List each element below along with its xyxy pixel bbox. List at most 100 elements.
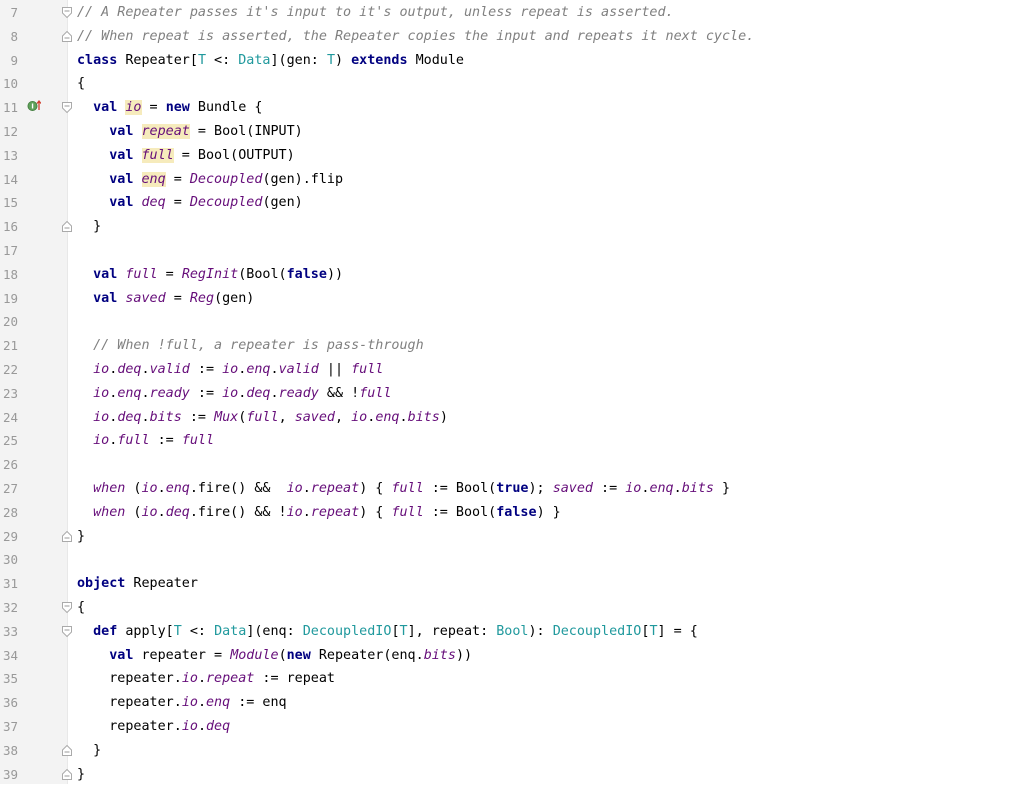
code-token: } (77, 219, 102, 235)
line-number: 39 (2, 766, 18, 782)
code-line[interactable]: val repeat = Bool(INPUT) (77, 120, 303, 144)
fold-close-icon[interactable] (62, 221, 72, 233)
code-token: new (165, 100, 190, 116)
code-line[interactable]: io.deq.valid := io.enq.valid || full (77, 358, 383, 382)
code-token: repeat (310, 481, 360, 496)
code-line[interactable]: io.enq.ready := io.deq.ready && !full (77, 382, 391, 406)
code-token: false (496, 504, 537, 520)
code-token: := (593, 481, 626, 496)
code-token: . (157, 504, 166, 520)
code-line[interactable]: val full = Bool(OUTPUT) (77, 144, 295, 168)
line-number: 20 (2, 314, 18, 330)
code-line[interactable]: { (77, 72, 85, 96)
line-number: 8 (10, 28, 18, 44)
code-token: ( (125, 504, 142, 520)
code-token: DecoupledIO (552, 623, 642, 639)
code-line[interactable]: val saved = Reg(gen) (77, 287, 254, 311)
code-line[interactable]: repeater.io.repeat := repeat (77, 667, 335, 691)
line-number: 31 (2, 576, 18, 592)
code-token: . (302, 481, 311, 496)
code-line[interactable]: def apply[T <: Data](enq: DecoupledIO[T]… (77, 620, 698, 644)
code-token: ): (528, 623, 553, 639)
line-number: 37 (2, 719, 18, 734)
code-token: io (93, 362, 110, 377)
code-token: Repeater[ (117, 52, 198, 68)
fold-open-icon[interactable] (62, 7, 72, 18)
code-token: saved (294, 409, 335, 425)
code-token: (Bool( (238, 266, 287, 282)
code-line[interactable]: io.deq.bits := Mux(full, saved, io.enq.b… (77, 406, 448, 430)
fold-open-icon[interactable] (62, 625, 72, 637)
code-line[interactable]: when (io.deq.fire() && !io.repeat) { ful… (77, 501, 561, 525)
code-line[interactable]: object Repeater (77, 572, 198, 596)
code-token: RegInit (181, 266, 239, 282)
line-number: 38 (2, 742, 18, 758)
code-token: . (270, 385, 279, 401)
implements-method-icon[interactable]: I (27, 99, 42, 112)
code-line[interactable]: class Repeater[T <: Data](gen: T) extend… (77, 49, 464, 73)
code-token: .fire() && ! (189, 504, 287, 520)
code-token: full (181, 433, 215, 449)
code-line[interactable]: repeater.io.enq := enq (77, 691, 286, 715)
fold-open-icon[interactable] (62, 102, 72, 114)
code-token: ) { (359, 504, 392, 520)
code-token: def (93, 623, 118, 639)
code-token: := repeat (254, 671, 335, 687)
code-line[interactable]: } (77, 525, 85, 549)
code-line[interactable]: // When !full, a repeater is pass-throug… (77, 334, 424, 358)
code-token: new (286, 647, 311, 663)
code-token: val (93, 100, 118, 116)
code-token: bits (149, 409, 182, 425)
code-line[interactable]: } (77, 763, 85, 787)
fold-close-icon[interactable] (62, 768, 72, 780)
code-token: := (189, 385, 223, 401)
code-token: enq (165, 481, 190, 496)
code-token: ) } (536, 504, 561, 520)
code-line[interactable]: val deq = Decoupled(gen) (77, 191, 303, 215)
code-line[interactable]: // When repeat is asserted, the Repeater… (77, 25, 754, 49)
code-line[interactable]: } (77, 739, 101, 763)
fold-close-icon[interactable] (62, 30, 72, 42)
code-token: )) (455, 647, 473, 663)
code-token: T (173, 623, 182, 639)
code-token: , (335, 409, 352, 425)
code-token: := (149, 433, 182, 449)
code-token: true (496, 481, 529, 496)
line-number: 32 (2, 600, 18, 615)
code-token: io (141, 504, 158, 520)
line-number: 33 (2, 623, 18, 639)
fold-open-icon[interactable] (62, 602, 72, 613)
code-line[interactable]: when (io.enq.fire() && io.repeat) { full… (77, 477, 730, 501)
code-token: class (77, 52, 118, 68)
fold-close-icon[interactable] (62, 530, 72, 542)
code-line[interactable]: val io = new Bundle { (77, 96, 262, 120)
line-number: 10 (2, 76, 18, 92)
fold-close-icon[interactable] (62, 744, 72, 756)
line-number: 22 (2, 362, 18, 377)
code-token: io (181, 719, 198, 734)
code-token: . (197, 695, 206, 711)
code-token: // When repeat is asserted, the Repeater… (77, 28, 755, 44)
code-line[interactable]: val full = RegInit(Bool(false)) (77, 263, 343, 287)
code-token: = (157, 266, 182, 282)
code-token: ready (149, 385, 190, 401)
code-token: := Bool( (423, 504, 497, 520)
code-line[interactable]: } (77, 215, 101, 239)
code-line[interactable]: { (77, 596, 85, 620)
code-line[interactable]: val enq = Decoupled(gen).flip (77, 168, 343, 192)
code-line[interactable]: val repeater = Module(new Repeater(enq.b… (77, 644, 472, 668)
code-line[interactable]: repeater.io.deq (77, 715, 230, 739)
code-token: full (351, 362, 384, 377)
code-token: . (197, 719, 206, 734)
gutter-separator (67, 0, 68, 784)
code-line[interactable]: // A Repeater passes it's input to it's … (77, 1, 674, 25)
code-line[interactable]: io.full := full (77, 429, 214, 453)
code-token: valid (278, 362, 319, 377)
code-token: <: (181, 623, 215, 639)
code-token: io (286, 504, 303, 520)
